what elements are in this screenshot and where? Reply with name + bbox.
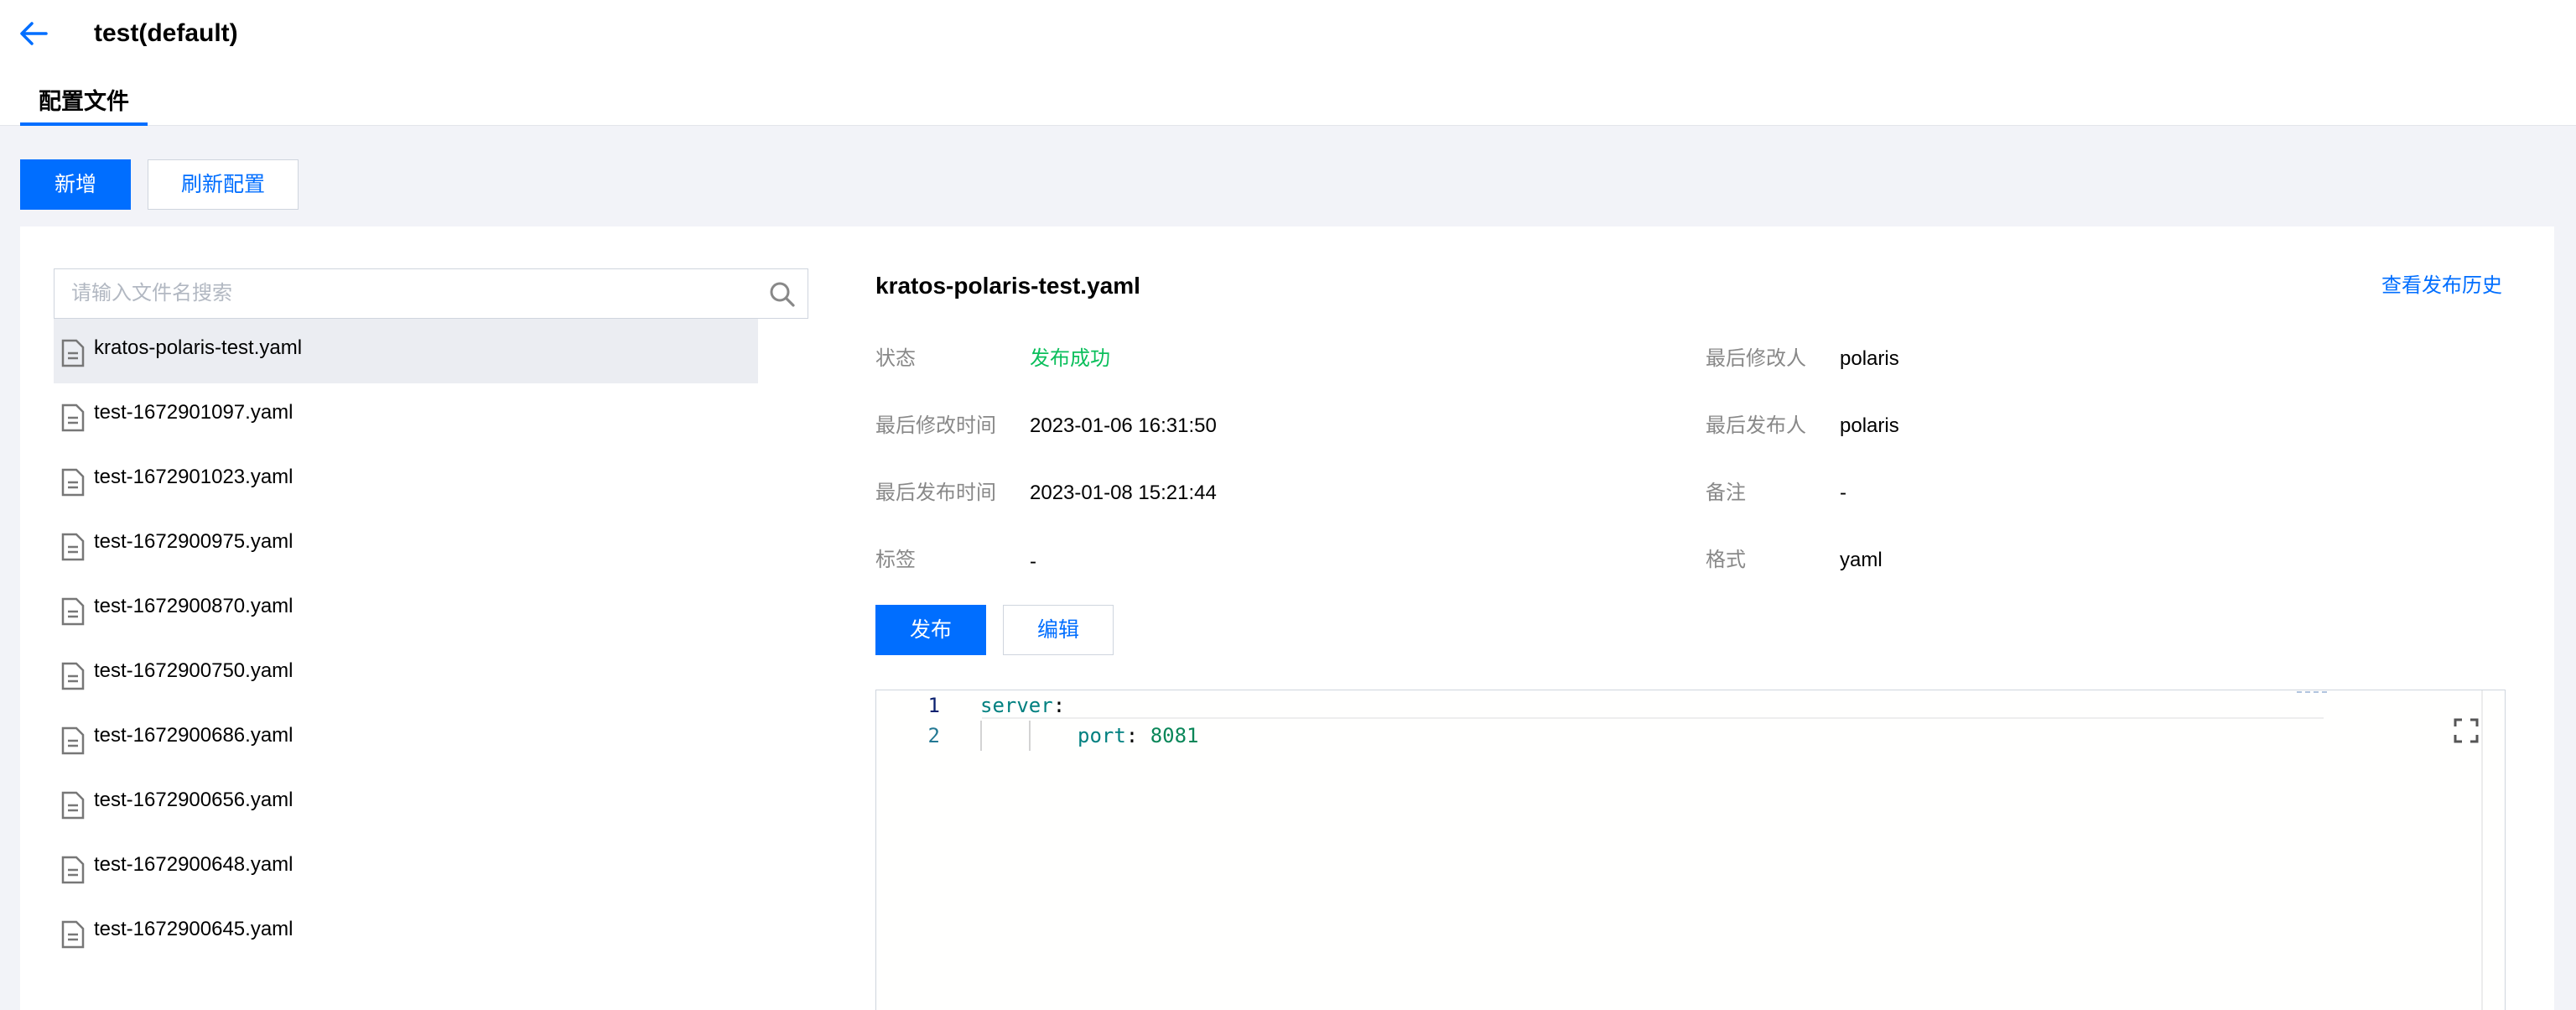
file-name: kratos-polaris-test.yaml bbox=[94, 336, 303, 359]
last-modified-time-label: 最后修改时间 bbox=[875, 414, 996, 437]
fullscreen-expand-icon[interactable] bbox=[2453, 717, 2480, 744]
format-label: 格式 bbox=[1706, 549, 1746, 571]
file-list-item[interactable]: test-1672900686.yaml bbox=[54, 706, 758, 771]
document-icon bbox=[61, 468, 85, 497]
editor-overview-ruler bbox=[2297, 690, 2327, 693]
yaml-key: server bbox=[980, 694, 1053, 717]
last-publisher-value: polaris bbox=[1840, 414, 1899, 437]
code-line: server: bbox=[980, 690, 1065, 721]
file-name: test-1672901097.yaml bbox=[94, 401, 293, 424]
last-modified-time-value: 2023-01-06 16:31:50 bbox=[1030, 414, 1217, 437]
file-list-item[interactable]: test-1672900750.yaml bbox=[54, 642, 758, 706]
file-search bbox=[54, 268, 808, 319]
file-name: test-1672900645.yaml bbox=[94, 918, 293, 940]
publish-button[interactable]: 发布 bbox=[875, 605, 986, 655]
yaml-separator: : bbox=[1052, 694, 1066, 717]
refresh-config-button[interactable]: 刷新配置 bbox=[148, 159, 299, 210]
top-bar: test(default) 配置文件 bbox=[0, 0, 2576, 126]
last-published-time-label: 最后发布时间 bbox=[875, 482, 996, 504]
file-list-item[interactable]: test-1672901097.yaml bbox=[54, 383, 758, 448]
format-value: yaml bbox=[1840, 549, 1883, 571]
search-input[interactable] bbox=[55, 269, 759, 318]
edit-button[interactable]: 编辑 bbox=[1003, 605, 1114, 655]
document-icon bbox=[61, 726, 85, 755]
file-name: test-1672900750.yaml bbox=[94, 659, 293, 682]
back-button[interactable] bbox=[17, 18, 50, 49]
document-icon bbox=[61, 597, 85, 626]
add-button[interactable]: 新增 bbox=[20, 159, 131, 210]
file-list-item[interactable]: test-1672900975.yaml bbox=[54, 513, 758, 577]
file-name: test-1672900870.yaml bbox=[94, 595, 293, 617]
file-list-item[interactable]: kratos-polaris-test.yaml bbox=[54, 319, 758, 383]
file-list-item[interactable]: test-1672900870.yaml bbox=[54, 577, 758, 642]
indent-guide bbox=[980, 721, 982, 751]
file-name: test-1672900656.yaml bbox=[94, 789, 293, 811]
document-icon bbox=[61, 920, 85, 949]
file-list: kratos-polaris-test.yaml test-1672901097… bbox=[54, 319, 758, 965]
file-name: test-1672900975.yaml bbox=[94, 530, 293, 553]
document-icon bbox=[61, 403, 85, 432]
last-modifier-label: 最后修改人 bbox=[1706, 347, 1806, 370]
line-number: 1 bbox=[927, 694, 940, 717]
arrow-left-icon bbox=[20, 22, 48, 45]
tags-label: 标签 bbox=[875, 549, 916, 571]
current-line-highlight bbox=[982, 690, 2324, 719]
document-icon bbox=[61, 662, 85, 690]
code-line: port: 8081 bbox=[1078, 721, 1199, 751]
search-icon[interactable] bbox=[769, 281, 796, 308]
file-list-item[interactable]: test-1672900648.yaml bbox=[54, 836, 758, 900]
tags-value: - bbox=[1030, 550, 1036, 573]
file-list-item[interactable]: test-1672901023.yaml bbox=[54, 448, 758, 513]
yaml-key: port bbox=[1078, 724, 1126, 747]
document-icon bbox=[61, 791, 85, 820]
status-badge: 发布成功 bbox=[1030, 347, 1110, 370]
view-publish-history-link[interactable]: 查看发布历史 bbox=[2381, 273, 2502, 299]
code-editor[interactable]: 1 2 server: port: 8081 bbox=[875, 690, 2506, 1010]
document-icon bbox=[61, 533, 85, 561]
status-label: 状态 bbox=[875, 347, 916, 370]
document-icon bbox=[61, 339, 85, 367]
page-title: test(default) bbox=[94, 19, 238, 47]
last-publisher-label: 最后发布人 bbox=[1706, 414, 1806, 437]
file-name: test-1672900686.yaml bbox=[94, 724, 293, 747]
yaml-value: 8081 bbox=[1150, 724, 1199, 747]
indent-guide bbox=[1029, 721, 1031, 751]
file-name: test-1672901023.yaml bbox=[94, 466, 293, 488]
editor-scrollbar[interactable] bbox=[2481, 690, 2483, 1010]
tab-config-files[interactable]: 配置文件 bbox=[20, 84, 148, 126]
detail-title: kratos-polaris-test.yaml bbox=[875, 273, 1140, 299]
last-modifier-value: polaris bbox=[1840, 347, 1899, 370]
remark-label: 备注 bbox=[1706, 482, 1746, 504]
yaml-separator: : bbox=[1125, 724, 1150, 747]
line-number: 2 bbox=[927, 724, 940, 747]
remark-value: - bbox=[1840, 482, 1846, 504]
file-list-item[interactable]: test-1672900656.yaml bbox=[54, 771, 758, 836]
file-name: test-1672900648.yaml bbox=[94, 853, 293, 876]
file-list-item[interactable]: test-1672900645.yaml bbox=[54, 900, 758, 965]
last-published-time-value: 2023-01-08 15:21:44 bbox=[1030, 482, 1217, 504]
document-icon bbox=[61, 856, 85, 884]
